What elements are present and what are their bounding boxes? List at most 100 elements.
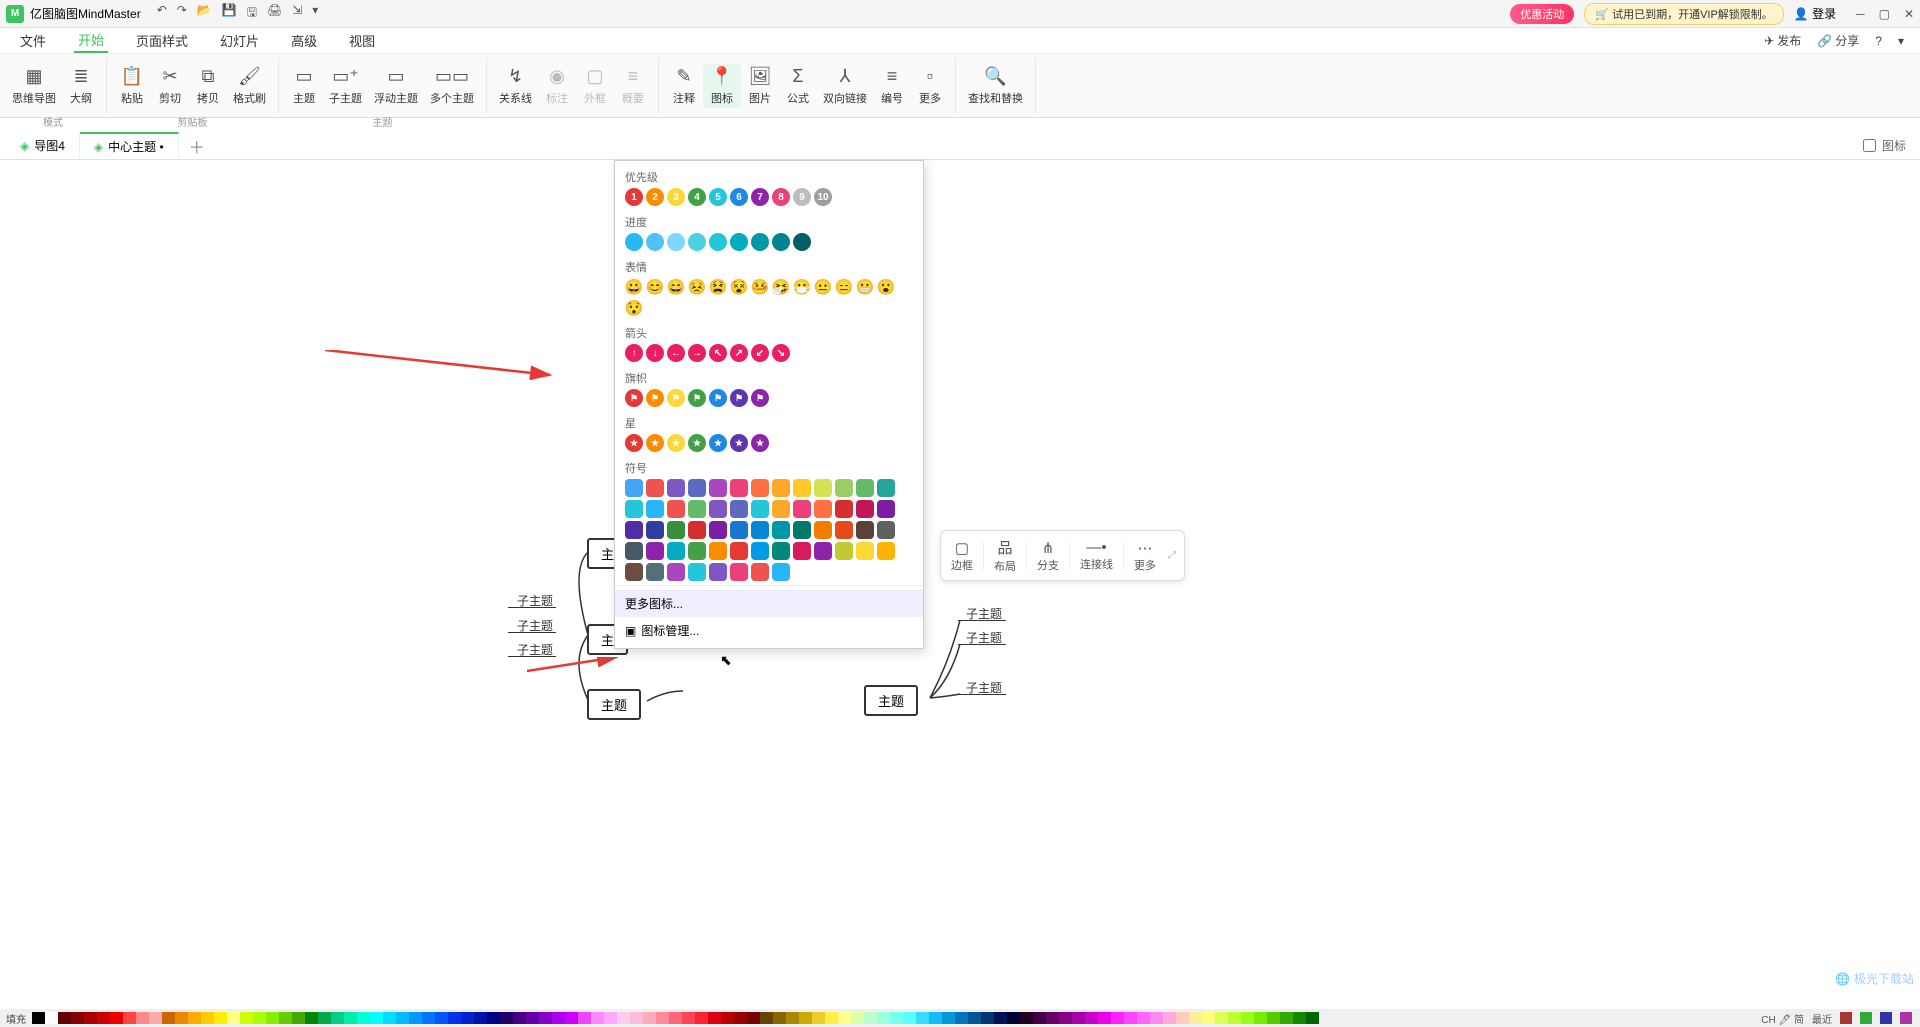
ribbon-外框[interactable]: ▢外框	[576, 64, 614, 108]
symbol-icon-29[interactable]	[688, 521, 706, 539]
color-swatch[interactable]	[968, 1012, 981, 1024]
color-swatch[interactable]	[734, 1012, 747, 1024]
symbol-icon-59[interactable]	[772, 563, 790, 581]
color-swatch[interactable]	[591, 1012, 604, 1024]
symbol-icon-39[interactable]	[625, 542, 643, 560]
symbol-icon-20[interactable]	[772, 500, 790, 518]
color-swatch[interactable]	[682, 1012, 695, 1024]
progress-icon-0[interactable]	[625, 233, 643, 251]
symbol-icon-48[interactable]	[814, 542, 832, 560]
priority-icon-8[interactable]: 8	[772, 188, 790, 206]
color-swatch[interactable]	[1176, 1012, 1189, 1024]
priority-icon-5[interactable]: 5	[709, 188, 727, 206]
star-icon-4[interactable]: ★	[709, 434, 727, 452]
qat-dropdown-icon[interactable]: ▾	[312, 3, 318, 24]
color-swatch[interactable]	[1163, 1012, 1176, 1024]
ribbon-格式刷[interactable]: 🖌格式刷	[227, 64, 272, 108]
symbol-icon-52[interactable]	[625, 563, 643, 581]
ribbon-拷贝[interactable]: ⧉拷贝	[189, 64, 227, 108]
flag-icon-2[interactable]: ⚑	[667, 389, 685, 407]
color-swatch[interactable]	[344, 1012, 357, 1024]
color-swatch[interactable]	[669, 1012, 682, 1024]
symbol-icon-0[interactable]	[625, 479, 643, 497]
color-swatch[interactable]	[1202, 1012, 1215, 1024]
menu-slideshow[interactable]: 幻灯片	[216, 29, 263, 52]
symbol-icon-35[interactable]	[814, 521, 832, 539]
color-swatch[interactable]	[370, 1012, 383, 1024]
symbol-icon-14[interactable]	[646, 500, 664, 518]
color-swatch[interactable]	[747, 1012, 760, 1024]
color-swatch[interactable]	[1098, 1012, 1111, 1024]
symbol-icon-56[interactable]	[709, 563, 727, 581]
symbol-icon-12[interactable]	[877, 479, 895, 497]
color-swatch[interactable]	[214, 1012, 227, 1024]
symbol-icon-22[interactable]	[814, 500, 832, 518]
color-swatch[interactable]	[357, 1012, 370, 1024]
color-swatch[interactable]	[1137, 1012, 1150, 1024]
symbol-icon-55[interactable]	[688, 563, 706, 581]
trial-expired-banner[interactable]: 🛒 试用已到期，开通VIP解锁限制。	[1584, 3, 1783, 25]
color-swatch[interactable]	[32, 1012, 45, 1024]
color-swatch[interactable]	[253, 1012, 266, 1024]
color-swatch[interactable]	[1059, 1012, 1072, 1024]
symbol-icon-5[interactable]	[730, 479, 748, 497]
symbol-icon-51[interactable]	[877, 542, 895, 560]
color-swatch[interactable]	[877, 1012, 890, 1024]
symbol-icon-23[interactable]	[835, 500, 853, 518]
color-swatch[interactable]	[461, 1012, 474, 1024]
ime-indicator[interactable]: CH 🖊 简	[1761, 1011, 1804, 1026]
color-swatch[interactable]	[188, 1012, 201, 1024]
ribbon-编号[interactable]: ≡编号	[873, 64, 911, 108]
ribbon-注释[interactable]: ✎注释	[665, 64, 703, 108]
color-swatch[interactable]	[1241, 1012, 1254, 1024]
emoji-icon-1[interactable]: 😊	[646, 278, 664, 296]
arrow-icon-0[interactable]: ↑	[625, 344, 643, 362]
print-icon[interactable]: 🖨	[267, 3, 282, 24]
menu-page-style[interactable]: 页面样式	[132, 29, 192, 52]
float-分支[interactable]: ⋔分支	[1031, 537, 1065, 575]
color-swatch[interactable]	[162, 1012, 175, 1024]
open-icon[interactable]: 📂	[197, 3, 212, 24]
ribbon-图标[interactable]: 📍图标	[703, 64, 741, 108]
color-swatch[interactable]	[136, 1012, 149, 1024]
color-swatch[interactable]	[864, 1012, 877, 1024]
color-swatch[interactable]	[58, 1012, 71, 1024]
symbol-icon-58[interactable]	[751, 563, 769, 581]
color-swatch[interactable]	[279, 1012, 292, 1024]
login-button[interactable]: 👤 登录	[1794, 5, 1836, 22]
symbol-icon-57[interactable]	[730, 563, 748, 581]
symbol-icon-13[interactable]	[625, 500, 643, 518]
export-icon[interactable]: ⇲	[292, 3, 302, 24]
color-swatch[interactable]	[318, 1012, 331, 1024]
priority-icon-2[interactable]: 2	[646, 188, 664, 206]
symbol-icon-50[interactable]	[856, 542, 874, 560]
priority-icon-3[interactable]: 3	[667, 188, 685, 206]
float-边框[interactable]: ▢边框	[945, 537, 979, 575]
color-swatch[interactable]	[474, 1012, 487, 1024]
emoji-icon-13[interactable]: 😯	[625, 299, 643, 317]
arrow-icon-2[interactable]: ←	[667, 344, 685, 362]
color-swatch[interactable]	[630, 1012, 643, 1024]
progress-icon-4[interactable]	[709, 233, 727, 251]
status-swatch[interactable]	[1900, 1012, 1912, 1024]
arrow-icon-4[interactable]: ↖	[709, 344, 727, 362]
color-swatch[interactable]	[565, 1012, 578, 1024]
symbol-icon-11[interactable]	[856, 479, 874, 497]
progress-icon-2[interactable]	[667, 233, 685, 251]
color-swatch[interactable]	[916, 1012, 929, 1024]
ribbon-粘贴[interactable]: 📋粘贴	[113, 64, 151, 108]
flag-icon-0[interactable]: ⚑	[625, 389, 643, 407]
add-tab-button[interactable]: ＋	[179, 134, 215, 158]
color-swatch[interactable]	[1111, 1012, 1124, 1024]
color-swatch[interactable]	[929, 1012, 942, 1024]
color-swatch[interactable]	[97, 1012, 110, 1024]
ribbon-公式[interactable]: Σ公式	[779, 64, 817, 108]
menu-advanced[interactable]: 高级	[287, 29, 321, 52]
float-更多[interactable]: ⋯更多	[1128, 537, 1162, 575]
color-swatch[interactable]	[721, 1012, 734, 1024]
canvas[interactable]: 优先级 12345678910 进度 表情 😀😊😄😣😫😵🤒🤧😷😐😑😬😮😯 箭头 …	[0, 160, 1920, 1009]
color-swatch[interactable]	[838, 1012, 851, 1024]
symbol-icon-40[interactable]	[646, 542, 664, 560]
symbol-icon-36[interactable]	[835, 521, 853, 539]
priority-icon-6[interactable]: 6	[730, 188, 748, 206]
